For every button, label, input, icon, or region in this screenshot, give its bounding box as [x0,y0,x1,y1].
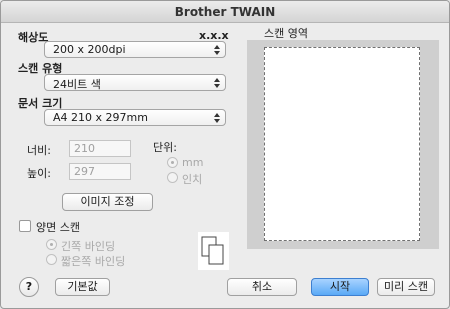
unit-mm-label: mm [182,156,204,169]
resolution-value: 200 x 200dpi [53,43,126,56]
prescan-button[interactable]: 미리 스캔 [377,278,435,296]
duplex-label: 양면 스캔 [36,221,80,234]
scan-type-value: 24비트 색 [53,78,101,91]
unit-mm-radio[interactable] [167,157,178,168]
scan-area-label: 스캔 영역 [264,27,308,40]
scan-type-select[interactable]: 24비트 색 [44,74,226,91]
long-edge-label: 긴쪽 바인딩 [61,240,116,253]
duplex-checkbox[interactable] [19,220,31,232]
select-arrows-icon [213,44,221,56]
width-label: 너비: [27,144,51,157]
unit-label: 단위: [153,141,177,154]
unit-inch-label: 인치 [182,173,203,186]
long-edge-radio[interactable] [46,239,57,250]
doc-size-select[interactable]: A4 210 x 297mm [44,109,226,126]
cancel-button[interactable]: 취소 [227,278,297,296]
doc-size-value: A4 210 x 297mm [53,111,148,124]
brother-twain-window: Brother TWAIN 해상도 x.x.x 200 x 200dpi 스캔 … [0,0,450,309]
select-arrows-icon [213,77,221,89]
help-button[interactable]: ? [19,277,39,297]
duplex-pages-icon [198,232,229,270]
width-field[interactable]: 210 [69,140,131,157]
title-bar: Brother TWAIN [1,1,449,23]
window-title: Brother TWAIN [174,5,276,19]
start-button[interactable]: 시작 [311,278,369,296]
short-edge-label: 짧은쪽 바인딩 [61,255,126,268]
image-adjust-button[interactable]: 이미지 조정 [62,193,153,211]
scan-area-page[interactable] [264,47,420,241]
height-label: 높이: [27,167,51,180]
short-edge-radio[interactable] [46,254,57,265]
unit-inch-radio[interactable] [167,172,178,183]
select-arrows-icon [213,112,221,124]
scan-area-preview[interactable] [247,40,439,249]
height-field[interactable]: 297 [69,163,131,180]
default-button[interactable]: 기본값 [55,278,110,296]
resolution-select[interactable]: 200 x 200dpi [44,41,226,58]
